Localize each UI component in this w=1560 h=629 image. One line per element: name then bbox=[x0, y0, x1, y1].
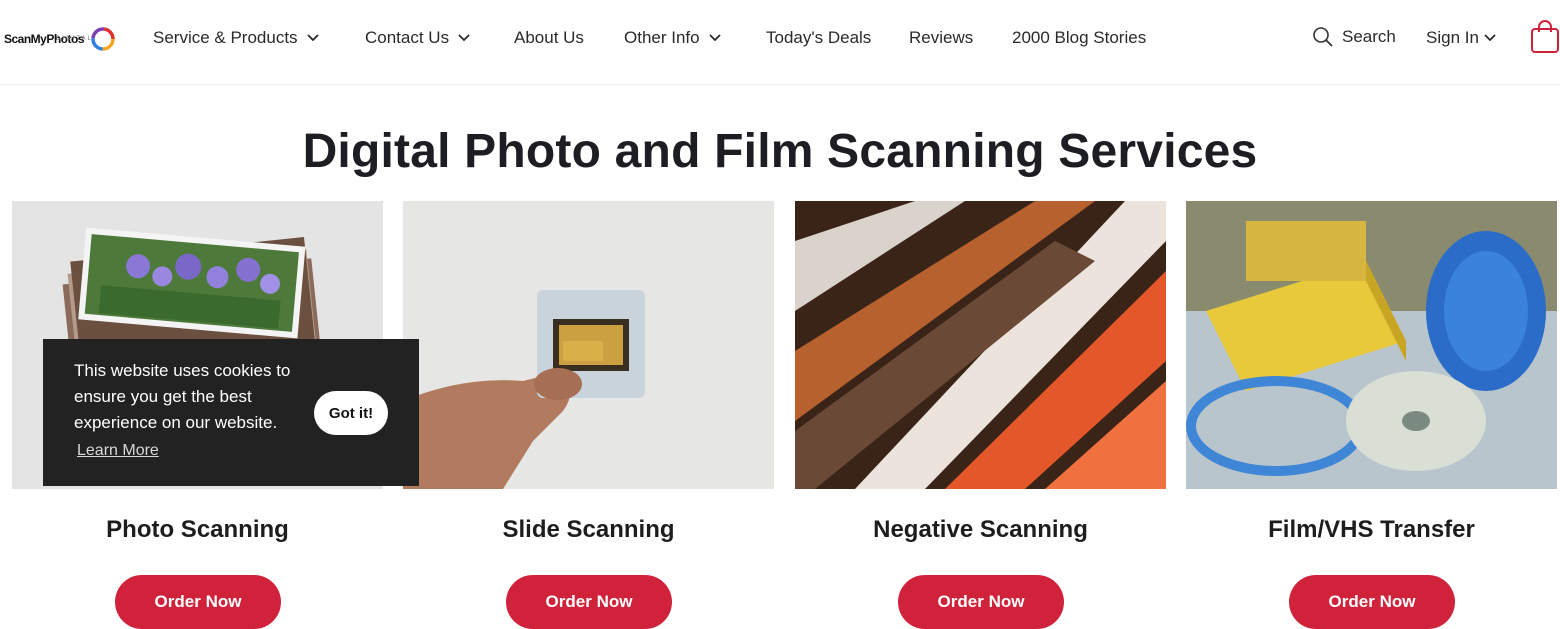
nav-item-about-us[interactable]: About Us bbox=[514, 28, 584, 48]
cookie-accept-button[interactable]: Got it! bbox=[314, 391, 388, 435]
nav-item-reviews[interactable]: Reviews bbox=[909, 28, 973, 48]
search-label: Search bbox=[1342, 27, 1396, 46]
film-vhs-transfer-image[interactable] bbox=[1186, 201, 1557, 489]
sign-in-button[interactable]: Sign In bbox=[1426, 28, 1497, 48]
negative-scanning-image[interactable] bbox=[795, 201, 1166, 489]
service-card-slide: Slide Scanning Order Now bbox=[403, 201, 774, 629]
cookie-banner: This website uses cookies to ensure you … bbox=[43, 339, 419, 486]
chevron-down-icon bbox=[1484, 34, 1496, 42]
card-title: Slide Scanning bbox=[502, 516, 675, 543]
nav-item-contact-us[interactable]: Contact Us bbox=[365, 28, 471, 48]
nav-item-todays-deals[interactable]: Today's Deals bbox=[766, 28, 871, 48]
service-card-negative: Negative Scanning Order Now bbox=[795, 201, 1166, 629]
search-button[interactable]: Search bbox=[1312, 26, 1396, 48]
service-card-film-vhs: Film/VHS Transfer Order Now bbox=[1186, 201, 1557, 629]
nav-item-other-info[interactable]: Other Info bbox=[624, 28, 722, 48]
page-title: Digital Photo and Film Scanning Services bbox=[302, 125, 1258, 178]
nav-item-blog-stories[interactable]: 2000 Blog Stories bbox=[1012, 28, 1146, 48]
nav-item-service-products[interactable]: Service & Products bbox=[153, 28, 320, 48]
site-header: ScanMyPhotos DIGITAL Service & Products … bbox=[0, 0, 1560, 85]
nav-label: Reviews bbox=[909, 28, 974, 47]
shopping-bag-icon[interactable] bbox=[1530, 20, 1560, 54]
slide-scanning-image[interactable] bbox=[403, 201, 774, 489]
sign-in-label: Sign In bbox=[1426, 28, 1479, 47]
logo-subtext: DIGITAL bbox=[56, 36, 93, 42]
chevron-down-icon bbox=[458, 34, 470, 42]
order-now-button[interactable]: Order Now bbox=[898, 575, 1064, 629]
logo-ring-icon bbox=[91, 27, 115, 51]
nav-label: About Us bbox=[514, 28, 584, 47]
nav-label: Contact Us bbox=[365, 28, 450, 47]
order-now-button[interactable]: Order Now bbox=[1289, 575, 1455, 629]
card-title: Photo Scanning bbox=[106, 516, 289, 543]
chevron-down-icon bbox=[306, 34, 319, 42]
learn-more-link[interactable]: Learn More bbox=[77, 442, 159, 460]
card-title: Negative Scanning bbox=[873, 516, 1088, 543]
order-now-button[interactable]: Order Now bbox=[115, 575, 281, 629]
nav-label: 2000 Blog Stories bbox=[1012, 28, 1147, 47]
chevron-down-icon bbox=[708, 34, 721, 42]
nav-label: Service & Products bbox=[153, 28, 298, 47]
cookie-message: This website uses cookies to ensure you … bbox=[74, 361, 291, 432]
search-icon bbox=[1313, 27, 1333, 47]
nav-label: Other Info bbox=[624, 28, 700, 47]
card-title: Film/VHS Transfer bbox=[1268, 516, 1475, 543]
order-now-button[interactable]: Order Now bbox=[506, 575, 672, 629]
logo[interactable]: ScanMyPhotos DIGITAL bbox=[4, 24, 115, 54]
nav-label: Today's Deals bbox=[766, 28, 872, 47]
